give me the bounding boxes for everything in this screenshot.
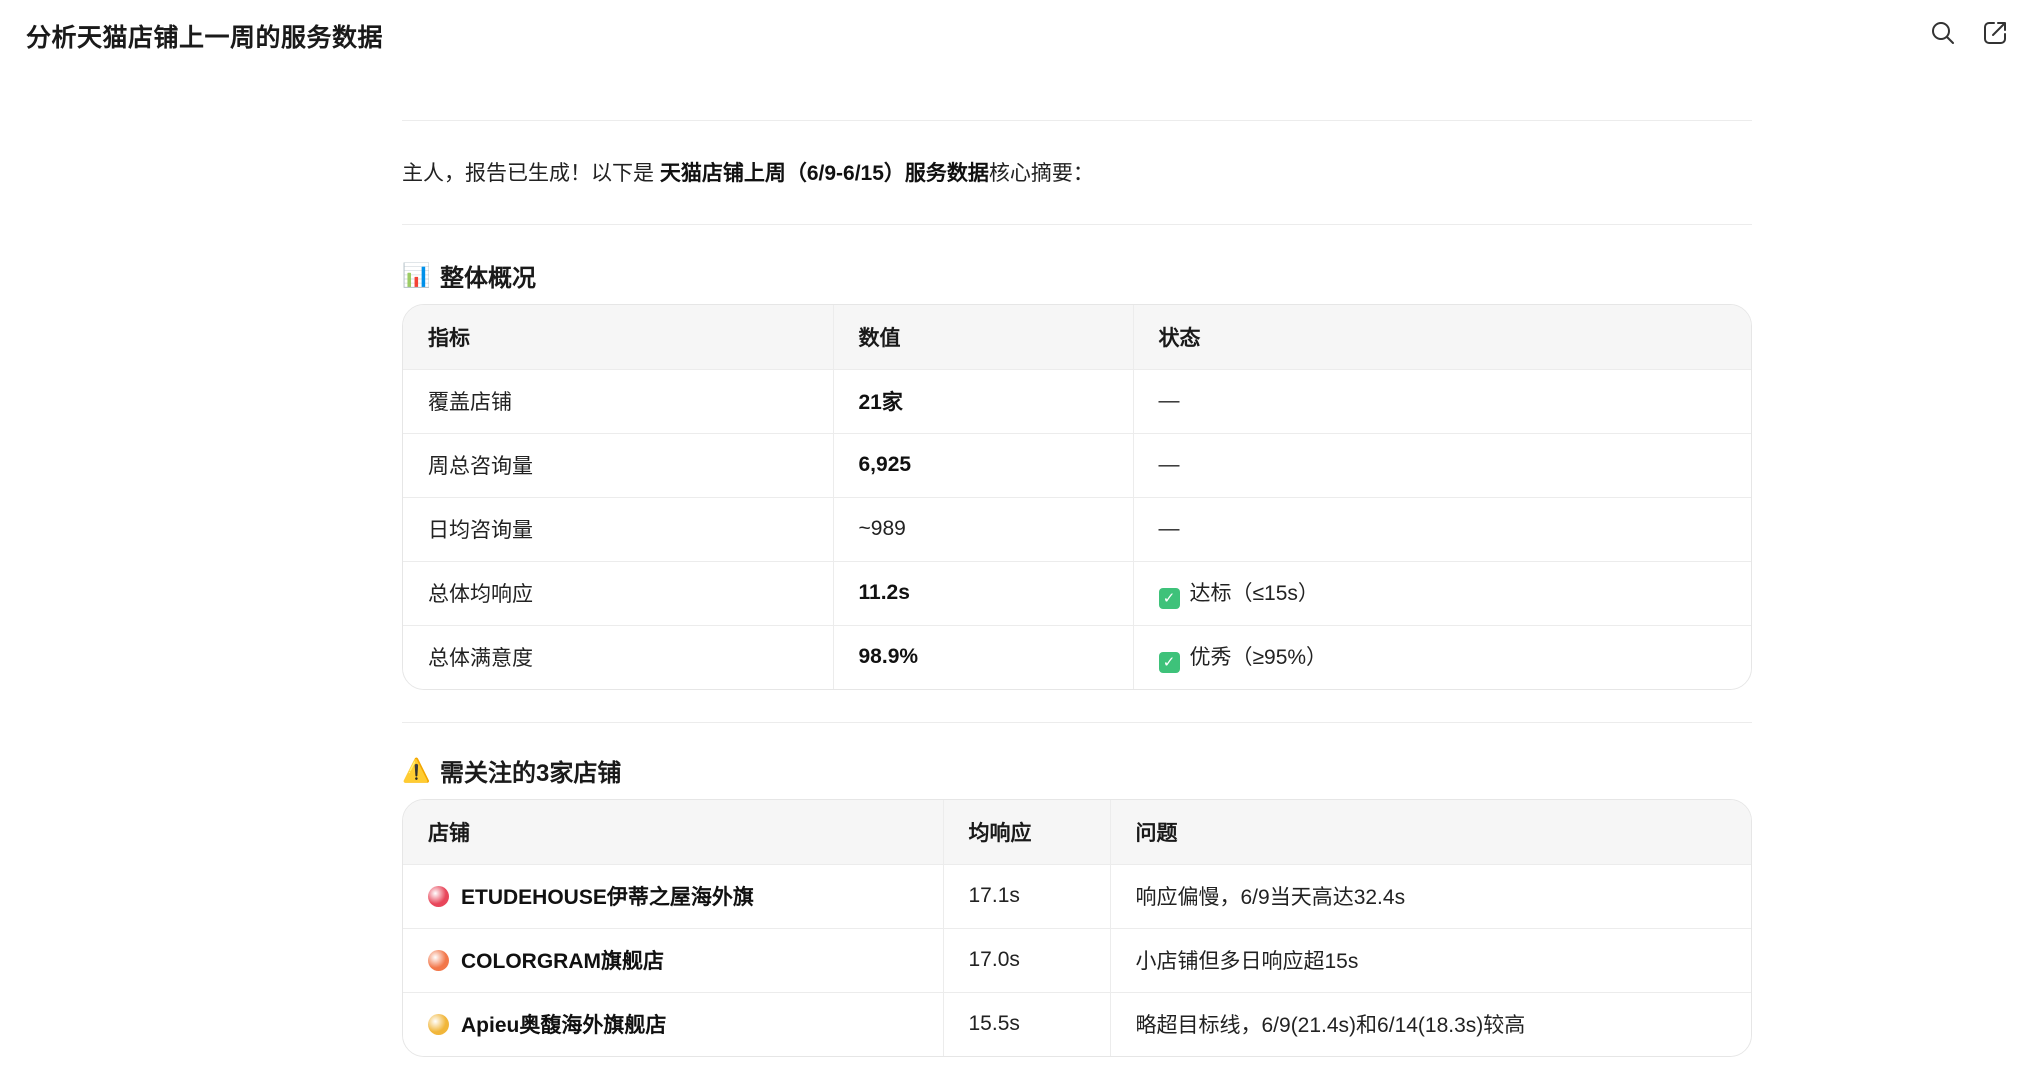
store-name: Apieu奥馥海外旗舰店 [461,1014,667,1038]
column-header: 数值 [833,305,1134,370]
warning-icon: ⚠️ [402,756,431,783]
overview-table: 指标 数值 状态 覆盖店铺 21家 — 周总咨询量 6,925 — 日均咨询量 ~989 — 总体… [402,304,1752,690]
intro-prefix: 主人，报告已生成！以下是 [402,162,660,185]
status-text: 优秀（≥95%） [1189,646,1328,670]
status-dot-icon [428,886,449,907]
share-icon [1984,22,2006,44]
status-dot-icon [428,950,449,971]
status-text: 达标（≤15s） [1189,582,1319,605]
metric-cell: 覆盖店铺 [403,369,834,434]
attention-table: 店铺 均响应 问题 ETUDEHOUSE伊蒂之屋海外旗 17.1s 响应偏慢，6/9… [402,799,1752,1057]
response-cell: 17.0s [943,928,1111,993]
response-cell: 15.5s [943,992,1111,1056]
metric-cell: 总体均响应 [403,561,834,626]
status-cell: — [1133,433,1751,498]
table-header-row: 指标 数值 状态 [403,305,1751,370]
metric-cell: 周总咨询量 [403,433,834,498]
value-cell: ~989 [833,497,1134,562]
issue-cell: 小店铺但多日响应超15s [1110,928,1751,993]
check-mark-icon: ✓ [1158,588,1180,609]
response-cell: 17.1s [943,864,1111,929]
table-row: Apieu奥馥海外旗舰店 15.5s 略超目标线，6/9(21.4s)和6/14(1… [403,992,1751,1056]
page-title: 分析天猫店铺上一周的服务数据 [26,24,384,52]
issue-cell: 响应偏慢，6/9当天高达32.4s [1110,864,1751,929]
table-row: ETUDEHOUSE伊蒂之屋海外旗 17.1s 响应偏慢，6/9当天高达32.4s [403,864,1751,929]
column-header: 店铺 [403,800,944,865]
divider [402,120,1752,121]
table-row: 总体满意度 98.9% ✓ 优秀（≥95%） [403,625,1751,689]
bar-chart-icon: 📊 [402,261,431,288]
column-header: 均响应 [943,800,1111,865]
value-cell: 11.2s [833,561,1134,626]
search-button[interactable] [1928,18,1958,48]
value-cell: 6,925 [833,433,1134,498]
table-row: 覆盖店铺 21家 — [403,369,1751,434]
intro-text: 主人，报告已生成！以下是 天猫店铺上周（6/9-6/15）服务数据核心摘要： [402,159,1752,189]
status-text: — [1158,453,1180,476]
report-content: 主人，报告已生成！以下是 天猫店铺上周（6/9-6/15）服务数据核心摘要： 📊… [402,120,1752,1057]
column-header: 指标 [403,305,834,370]
overview-heading: 📊 整体概况 [402,258,1752,292]
status-cell: — [1133,369,1751,434]
metric-cell: 总体满意度 [403,625,834,689]
value-cell: 21家 [833,369,1134,434]
app-root: 分析天猫店铺上一周的服务数据 主人，报告已生成！以下是 天猫店铺上周（6/9-6… [0,0,2029,1071]
status-dot-icon [428,1014,449,1036]
divider [402,224,1752,225]
table-header-row: 店铺 均响应 问题 [403,800,1751,865]
table-row: 日均咨询量 ~989 — [403,497,1751,562]
store-name: COLORGRAM旗舰店 [461,950,664,973]
status-text: — [1158,517,1180,540]
status-cell: ✓ 优秀（≥95%） [1133,625,1751,689]
column-header: 问题 [1110,800,1751,865]
column-header: 状态 [1133,305,1751,370]
attention-title: 需关注的3家店铺 [440,759,622,787]
status-text: — [1158,389,1180,412]
table-row: 总体均响应 11.2s ✓ 达标（≤15s） [403,561,1751,626]
issue-cell: 略超目标线，6/9(21.4s)和6/14(18.3s)较高 [1110,992,1751,1056]
attention-heading: ⚠️ 需关注的3家店铺 [402,753,1752,787]
intro-suffix: 核心摘要： [988,162,1094,185]
store-cell: Apieu奥馥海外旗舰店 [403,992,944,1056]
check-mark-icon: ✓ [1158,652,1180,674]
store-cell: COLORGRAM旗舰店 [403,928,944,993]
top-bar: 分析天猫店铺上一周的服务数据 [0,0,2029,74]
status-cell: — [1133,497,1751,562]
share-button[interactable] [1980,18,2010,48]
status-cell: ✓ 达标（≤15s） [1133,561,1751,626]
store-cell: ETUDEHOUSE伊蒂之屋海外旗 [403,864,944,929]
divider [402,722,1752,723]
table-row: COLORGRAM旗舰店 17.0s 小店铺但多日响应超15s [403,928,1751,993]
overview-title: 整体概况 [440,264,536,292]
intro-emphasis: 天猫店铺上周（6/9-6/15）服务数据 [659,162,989,185]
value-cell: 98.9% [833,625,1134,689]
search-icon [1932,22,1954,44]
store-name: ETUDEHOUSE伊蒂之屋海外旗 [461,886,754,909]
metric-cell: 日均咨询量 [403,497,834,562]
table-row: 周总咨询量 6,925 — [403,433,1751,498]
